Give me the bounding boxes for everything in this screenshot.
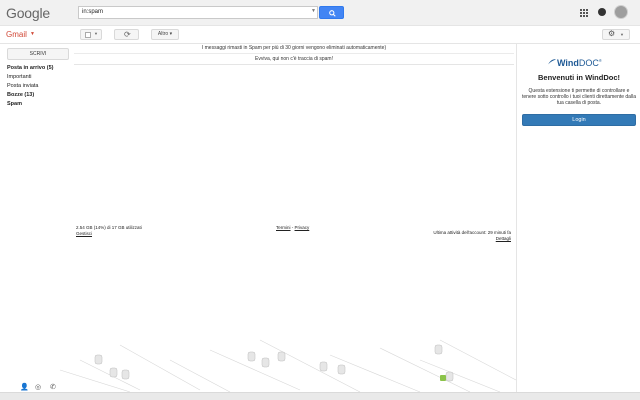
winddoc-logo: WindDOC® bbox=[557, 58, 602, 68]
search-input[interactable]: in:spam bbox=[78, 6, 318, 19]
sidebar-item-drafts[interactable]: Bozze (13) bbox=[7, 91, 53, 100]
settings-button[interactable]: ⚙ ▼ bbox=[602, 29, 630, 40]
compose-button[interactable]: SCRIVI bbox=[7, 48, 69, 60]
sidebar-item-spam[interactable]: Spam bbox=[7, 100, 53, 109]
gmail-menu[interactable]: Gmail bbox=[6, 30, 27, 39]
terms-link[interactable]: Termini bbox=[276, 225, 291, 230]
bottom-strip bbox=[0, 392, 640, 400]
winddoc-panel: WindDOC® Benvenuti in WindDoc! Questa es… bbox=[516, 44, 640, 400]
winddoc-logo-doc: DOC bbox=[578, 58, 599, 68]
select-checkbox-button[interactable]: ▼ bbox=[80, 29, 102, 40]
refresh-button[interactable]: ⟳ bbox=[114, 29, 139, 40]
gear-icon: ⚙ bbox=[608, 29, 616, 38]
search-icon bbox=[329, 10, 336, 17]
android-theme-background bbox=[59, 339, 516, 392]
manage-storage-link[interactable]: Gestisci bbox=[76, 231, 142, 237]
refresh-icon: ⟳ bbox=[124, 30, 131, 39]
sidebar-item-important[interactable]: Importanti bbox=[7, 73, 53, 82]
chevron-down-icon: ▼ bbox=[94, 31, 98, 36]
search-options-chevron-icon[interactable]: ▼ bbox=[311, 8, 316, 14]
notifications-icon[interactable] bbox=[598, 8, 606, 16]
winddoc-logo-mark bbox=[548, 59, 556, 65]
details-link[interactable]: Dettagli bbox=[411, 236, 511, 242]
login-button[interactable]: Login bbox=[522, 114, 636, 126]
phone-icon[interactable]: ✆ bbox=[50, 383, 56, 391]
sidebar-nav: Posta in arrivo (5) Importanti Posta inv… bbox=[7, 64, 53, 109]
hangouts-icon[interactable]: ◎ bbox=[35, 383, 41, 391]
winddoc-logo-registered: ® bbox=[598, 58, 602, 63]
more-label: Altro bbox=[157, 31, 169, 37]
checkbox[interactable] bbox=[85, 32, 91, 38]
account-activity: Ultima attività dell'account: 29 minuti … bbox=[411, 230, 511, 242]
avatar[interactable] bbox=[614, 5, 628, 19]
more-button[interactable]: Altro ▾ bbox=[151, 29, 179, 40]
chevron-down-icon: ▼ bbox=[620, 32, 624, 37]
privacy-link[interactable]: Privacy bbox=[295, 225, 310, 230]
apps-grid-icon[interactable] bbox=[580, 9, 588, 17]
spam-notice: I messaggi rimasti in Spam per più di 30… bbox=[74, 45, 514, 54]
winddoc-logo-wind: Wind bbox=[557, 58, 579, 68]
empty-state: Evviva, qui non c'è traccia di spam! bbox=[74, 56, 514, 65]
chevron-down-icon[interactable]: ▼ bbox=[30, 31, 35, 37]
search-button[interactable] bbox=[319, 6, 344, 19]
storage-info: 2.54 GB (14%) di 17 GB utilizzati Gestis… bbox=[76, 225, 142, 237]
footer-links: Termini - Privacy bbox=[276, 225, 309, 230]
winddoc-description: Questa estensione ti permette di control… bbox=[522, 88, 636, 106]
google-logo[interactable]: Google bbox=[6, 5, 50, 21]
contacts-icon[interactable]: 👤 bbox=[20, 383, 29, 391]
winddoc-title: Benvenuti in WindDoc! bbox=[537, 73, 620, 82]
sidebar-item-sent[interactable]: Posta inviata bbox=[7, 82, 53, 91]
sidebar-item-inbox[interactable]: Posta in arrivo (5) bbox=[7, 64, 53, 73]
